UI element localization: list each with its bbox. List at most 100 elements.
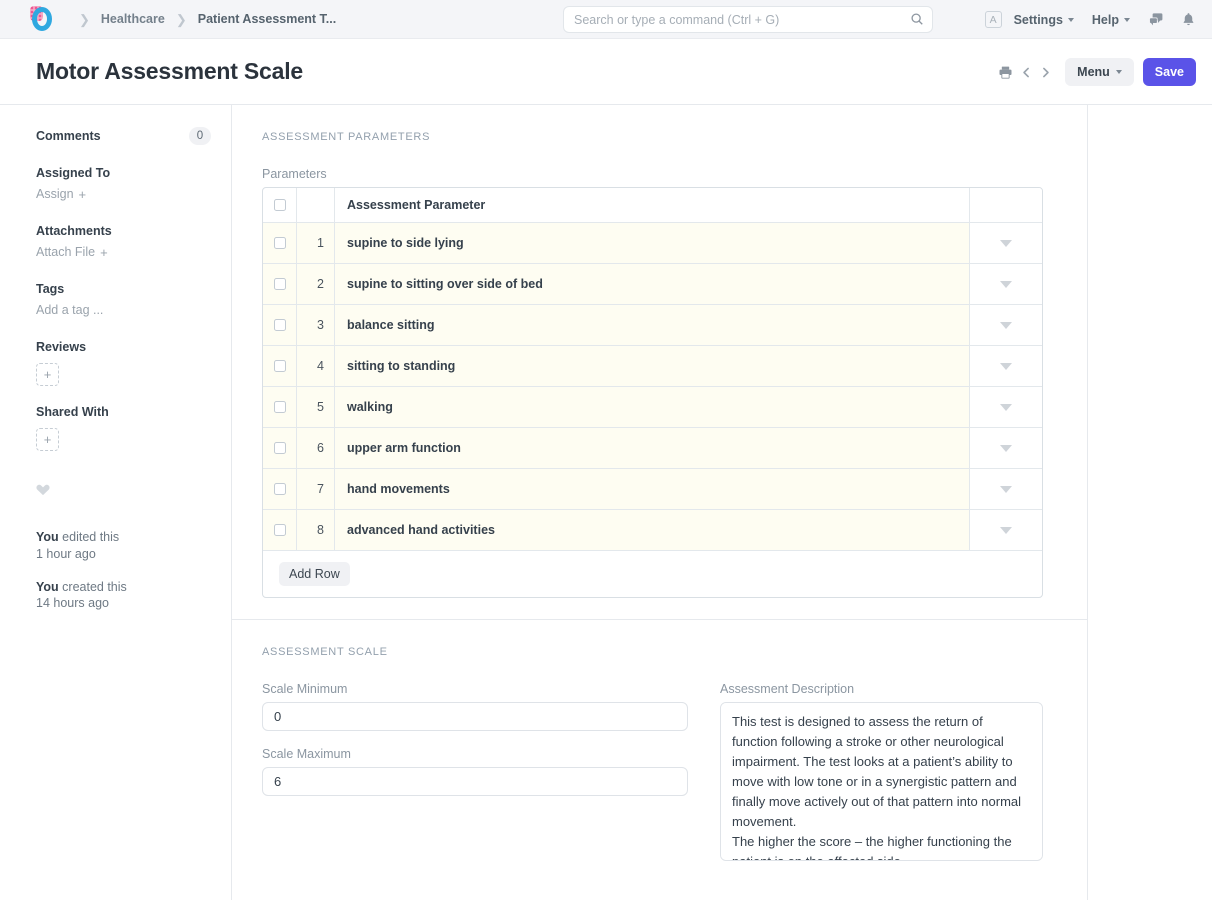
frappe-logo[interactable] (28, 6, 54, 32)
table-row[interactable]: 4 sitting to standing (263, 346, 1042, 387)
add-tag-button[interactable]: Add a tag ... (36, 303, 103, 317)
row-assessment-parameter[interactable]: walking (335, 387, 970, 427)
caret-down-icon[interactable] (1000, 486, 1012, 493)
caret-down-icon[interactable] (1000, 322, 1012, 329)
row-select-cell (263, 264, 297, 304)
row-checkbox[interactable] (274, 442, 286, 454)
field-scale-minimum: Scale Minimum (262, 682, 688, 731)
form-main: Assessment Parameters Parameters Assessm… (232, 105, 1088, 900)
assessment-description-label: Assessment Description (720, 682, 1043, 696)
assign-label: Assign (36, 187, 74, 201)
row-menu-cell[interactable] (970, 223, 1042, 263)
help-dropdown[interactable]: Help (1092, 13, 1130, 27)
row-menu-cell[interactable] (970, 428, 1042, 468)
row-index: 4 (297, 346, 335, 386)
row-assessment-parameter[interactable]: hand movements (335, 469, 970, 509)
row-index: 2 (297, 264, 335, 304)
table-row[interactable]: 2 supine to sitting over side of bed (263, 264, 1042, 305)
row-assessment-parameter[interactable]: advanced hand activities (335, 510, 970, 550)
row-select-cell (263, 469, 297, 509)
search-input[interactable] (563, 6, 933, 33)
previous-document-button[interactable] (1017, 66, 1036, 79)
row-menu-cell[interactable] (970, 387, 1042, 427)
row-assessment-parameter[interactable]: sitting to standing (335, 346, 970, 386)
avatar[interactable]: A (985, 11, 1002, 28)
chat-icon[interactable] (1148, 12, 1164, 28)
row-index: 3 (297, 305, 335, 345)
row-menu-cell[interactable] (970, 264, 1042, 304)
row-checkbox[interactable] (274, 278, 286, 290)
row-menu-cell[interactable] (970, 510, 1042, 550)
printer-icon[interactable] (994, 65, 1017, 80)
table-row[interactable]: 7 hand movements (263, 469, 1042, 510)
grid-header-index (297, 188, 335, 222)
sidebar-section-tags: Tags Add a tag ... (36, 282, 211, 319)
grid-header-row: Assessment Parameter (263, 188, 1042, 223)
settings-dropdown[interactable]: Settings (1014, 13, 1074, 27)
chevron-down-icon (1124, 18, 1130, 22)
add-share-button[interactable]: + (36, 428, 59, 451)
attach-file-button[interactable]: Attach File + (36, 245, 108, 259)
caret-down-icon[interactable] (1000, 281, 1012, 288)
scale-minimum-input[interactable] (262, 702, 688, 731)
row-assessment-parameter[interactable]: supine to side lying (335, 223, 970, 263)
breadcrumb-chevron-icon: ❯ (79, 13, 90, 26)
search-icon[interactable] (910, 12, 924, 26)
grid-header-actions (970, 188, 1042, 222)
right-gutter (1088, 105, 1212, 900)
parameters-grid: Assessment Parameter 1 supine to side ly… (262, 187, 1043, 598)
scale-maximum-input[interactable] (262, 767, 688, 796)
table-row[interactable]: 1 supine to side lying (263, 223, 1042, 264)
sidebar-section-reviews: Reviews + (36, 340, 211, 386)
add-review-button[interactable]: + (36, 363, 59, 386)
row-checkbox[interactable] (274, 401, 286, 413)
caret-down-icon[interactable] (1000, 404, 1012, 411)
activity-who: You (36, 580, 59, 594)
breadcrumb-chevron-icon: ❯ (176, 13, 187, 26)
sidebar-section-comments: Comments 0 (36, 127, 211, 145)
caret-down-icon[interactable] (1000, 445, 1012, 452)
row-menu-cell[interactable] (970, 346, 1042, 386)
row-assessment-parameter[interactable]: balance sitting (335, 305, 970, 345)
row-checkbox[interactable] (274, 524, 286, 536)
scale-left-column: Scale Minimum Scale Maximum (262, 682, 688, 882)
assign-button[interactable]: Assign + (36, 187, 86, 201)
row-assessment-parameter[interactable]: supine to sitting over side of bed (335, 264, 970, 304)
table-row[interactable]: 6 upper arm function (263, 428, 1042, 469)
row-checkbox[interactable] (274, 319, 286, 331)
bell-icon[interactable] (1181, 12, 1196, 27)
menu-button[interactable]: Menu (1065, 58, 1134, 86)
row-index: 8 (297, 510, 335, 550)
comments-count-badge: 0 (189, 127, 211, 145)
table-row[interactable]: 5 walking (263, 387, 1042, 428)
activity-time: 14 hours ago (36, 596, 109, 610)
assessment-description-textarea[interactable] (720, 702, 1043, 861)
row-index: 6 (297, 428, 335, 468)
sidebar-section-assigned-to: Assigned To Assign + (36, 166, 211, 203)
row-checkbox[interactable] (274, 237, 286, 249)
row-menu-cell[interactable] (970, 305, 1042, 345)
table-row[interactable]: 3 balance sitting (263, 305, 1042, 346)
comments-label[interactable]: Comments (36, 129, 101, 143)
row-checkbox[interactable] (274, 360, 286, 372)
row-assessment-parameter[interactable]: upper arm function (335, 428, 970, 468)
heart-icon[interactable] (36, 483, 211, 496)
scale-minimum-label: Scale Minimum (262, 682, 688, 696)
page-title: Motor Assessment Scale (36, 58, 303, 85)
field-scale-maximum: Scale Maximum (262, 747, 688, 796)
plus-icon: + (44, 432, 52, 447)
breadcrumb-item-healthcare[interactable]: Healthcare (101, 12, 165, 26)
table-row[interactable]: 8 advanced hand activities (263, 510, 1042, 551)
caret-down-icon[interactable] (1000, 363, 1012, 370)
sidebar-section-shared-with: Shared With + (36, 405, 211, 451)
caret-down-icon[interactable] (1000, 240, 1012, 247)
row-checkbox[interactable] (274, 483, 286, 495)
breadcrumb-item-patient-assessment-template[interactable]: Patient Assessment T... (198, 12, 336, 26)
add-row-button[interactable]: Add Row (279, 562, 350, 586)
caret-down-icon[interactable] (1000, 527, 1012, 534)
row-menu-cell[interactable] (970, 469, 1042, 509)
next-document-button[interactable] (1036, 66, 1055, 79)
select-all-checkbox[interactable] (274, 199, 286, 211)
top-navbar: ❯ Healthcare ❯ Patient Assessment T... A… (0, 0, 1212, 39)
save-button[interactable]: Save (1143, 58, 1196, 86)
